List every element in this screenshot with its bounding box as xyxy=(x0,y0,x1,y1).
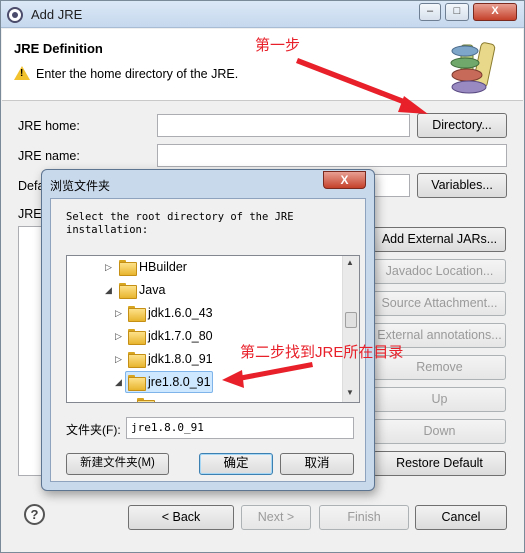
folder-icon xyxy=(128,352,146,368)
folder-field-label: 文件夹(F): xyxy=(66,423,121,437)
tree-item-label: jre1.8.0_91 xyxy=(148,375,211,389)
folder-field-input[interactable]: jre1.8.0_91 xyxy=(126,417,354,439)
folder-cancel-button[interactable]: 取消 xyxy=(280,453,354,475)
jre-name-label: JRE name: xyxy=(18,149,80,163)
scroll-down-icon[interactable]: ▼ xyxy=(346,388,354,397)
folder-icon xyxy=(119,260,137,276)
step2-annotation: 第二步找到JRE所在目录 xyxy=(240,344,404,361)
variables-button[interactable]: Variables... xyxy=(417,173,507,198)
warning-icon xyxy=(14,66,30,80)
minimize-button[interactable]: – xyxy=(419,3,441,21)
browse-folder-dialog: 浏览文件夹 X Select the root directory of the… xyxy=(41,169,375,491)
close-button[interactable]: X xyxy=(473,3,517,21)
tree-item-label: jdk1.8.0_91 xyxy=(148,352,213,366)
tree-item-label: Java xyxy=(139,283,166,297)
expand-arrow-icon[interactable]: ▷ xyxy=(115,325,125,347)
jre-name-input[interactable] xyxy=(157,144,507,167)
tree-item-selected[interactable]: ◢ jre1.8.0_91 xyxy=(67,371,343,393)
next-button[interactable]: Next > xyxy=(241,505,311,530)
step1-annotation: 第一步 xyxy=(255,37,301,54)
finish-button[interactable]: Finish xyxy=(319,505,409,530)
collapse-arrow-icon[interactable]: ◢ xyxy=(105,279,115,301)
jre-system-libraries-label: JRE xyxy=(18,207,42,221)
expand-arrow-icon[interactable]: ▷ xyxy=(115,302,125,324)
browse-folder-title: 浏览文件夹 xyxy=(50,179,111,193)
header-message: Enter the home directory of the JRE. xyxy=(36,67,239,81)
browse-folder-close-button[interactable]: X xyxy=(323,171,366,189)
library-books-icon xyxy=(450,42,496,94)
tree-item-partial[interactable] xyxy=(67,394,343,402)
tree-scrollbar[interactable]: ▲ ▼ xyxy=(342,256,359,402)
help-icon[interactable]: ? xyxy=(24,504,45,525)
restore-button[interactable]: □ xyxy=(445,3,469,21)
folder-icon xyxy=(128,329,146,345)
tree-item[interactable]: ▷ HBuilder xyxy=(67,256,343,278)
browse-folder-body: Select the root directory of the JRE ins… xyxy=(50,198,366,482)
source-attachment-button[interactable]: Source Attachment... xyxy=(373,291,506,316)
scroll-up-icon[interactable]: ▲ xyxy=(346,258,354,267)
back-button[interactable]: < Back xyxy=(128,505,234,530)
collapse-arrow-icon[interactable]: ◢ xyxy=(115,371,125,393)
expand-arrow-icon[interactable]: ▷ xyxy=(115,348,125,370)
folder-icon xyxy=(119,283,137,299)
ok-button[interactable]: 确定 xyxy=(199,453,273,475)
tree-item-label: jdk1.6.0_43 xyxy=(148,306,213,320)
scroll-thumb[interactable] xyxy=(345,312,357,328)
folder-icon xyxy=(128,306,146,322)
up-button[interactable]: Up xyxy=(373,387,506,412)
folder-tree[interactable]: ▷ HBuilder ◢ Java ▷ jdk1.6.0_43 ▷ jdk1.7… xyxy=(66,255,360,403)
tree-item[interactable]: ▷ jdk1.6.0_43 xyxy=(67,302,343,324)
expand-arrow-icon[interactable]: ▷ xyxy=(105,256,115,278)
new-folder-button[interactable]: 新建文件夹(M) xyxy=(66,453,169,475)
eclipse-icon xyxy=(7,7,23,23)
tree-item-label: jdk1.7.0_80 xyxy=(148,329,213,343)
cancel-button[interactable]: Cancel xyxy=(415,505,507,530)
header-title: JRE Definition xyxy=(14,41,103,56)
directory-button[interactable]: Directory... xyxy=(417,113,507,138)
down-button[interactable]: Down xyxy=(373,419,506,444)
folder-icon xyxy=(137,398,155,402)
folder-icon xyxy=(128,375,146,391)
restore-default-button[interactable]: Restore Default xyxy=(373,451,506,476)
javadoc-location-button[interactable]: Javadoc Location... xyxy=(373,259,506,284)
add-external-jars-button[interactable]: Add External JARs... xyxy=(373,227,506,252)
tree-item[interactable]: ◢ Java xyxy=(67,279,343,301)
jre-home-input[interactable] xyxy=(157,114,410,137)
title-bar: Add JRE – □ X xyxy=(1,1,524,28)
tree-item-label: HBuilder xyxy=(139,260,187,274)
browse-folder-prompt: Select the root directory of the JRE ins… xyxy=(66,211,294,236)
jre-home-label: JRE home: xyxy=(18,119,80,133)
window-title: Add JRE xyxy=(31,7,83,22)
